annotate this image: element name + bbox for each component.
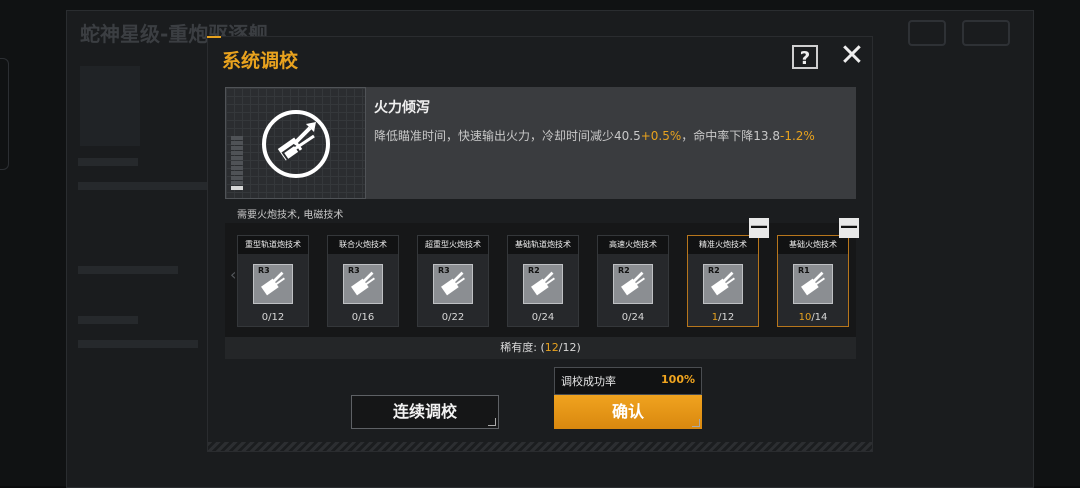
confirm-button[interactable]: 确认 [554, 395, 702, 429]
skill-desc-text: ，命中率下降13.8 [681, 129, 781, 143]
tech-rank: R3 [258, 266, 270, 275]
cannon-tech-icon: R2 [523, 264, 563, 304]
background-text-line [78, 158, 138, 166]
tech-count-total: 0/22 [441, 312, 465, 323]
success-rate-label: 调校成功率 [561, 375, 616, 388]
skill-name: 火力倾泻 [374, 100, 430, 116]
cannon-tech-icon: R3 [343, 264, 383, 304]
tech-card[interactable]: 超重型火炮技术 R3 0/22 [417, 235, 489, 327]
tech-count-total: 0/12 [261, 312, 285, 323]
tech-rank: R2 [528, 266, 540, 275]
cannon-tech-icon: R2 [703, 264, 743, 304]
tech-count: 0/12 [238, 312, 308, 323]
skill-bonus-accuracy: -1.2% [780, 129, 815, 143]
level-segment [231, 171, 243, 175]
cannon-tech-icon: R3 [253, 264, 293, 304]
tech-name: 基础轨道炮技术 [508, 236, 578, 254]
tech-count: 0/24 [598, 312, 668, 323]
tech-count-used: 10 [798, 312, 812, 323]
tech-count-total: 0/24 [531, 312, 555, 323]
tech-rank: R1 [798, 266, 810, 275]
rarity-bar: 稀有度: (12/12) [225, 337, 856, 359]
level-segment [231, 136, 243, 140]
background-icon [908, 20, 946, 46]
tech-name: 基础火炮技术 [778, 236, 848, 254]
level-segment [231, 141, 243, 145]
tech-count-total: /14 [811, 312, 828, 323]
tech-count: 10/14 [778, 312, 848, 323]
rarity-prefix: 稀有度: ( [500, 341, 545, 354]
background-ship-image [80, 66, 140, 146]
tech-rank: R3 [348, 266, 360, 275]
fire-burst-icon [262, 110, 330, 178]
tech-card[interactable]: 精准火炮技术 R2 1/12 [687, 235, 759, 327]
background-icon [962, 20, 1010, 46]
level-segment [231, 166, 243, 170]
dialog-title: 系统调校 [222, 50, 299, 72]
tech-name: 联合火炮技术 [328, 236, 398, 254]
success-rate-value: 100% [661, 373, 695, 386]
tech-card[interactable]: 重型轨道炮技术 R3 0/12 [237, 235, 309, 327]
scroll-left-icon[interactable]: ‹ [230, 265, 236, 284]
tech-count-total: 0/16 [351, 312, 375, 323]
level-segment [231, 156, 243, 160]
side-tab [0, 58, 9, 170]
cannon-tech-icon: R1 [793, 264, 833, 304]
tech-count-total: /12 [718, 312, 735, 323]
level-segment [231, 151, 243, 155]
background-text-line [78, 316, 138, 324]
tech-name: 高速火炮技术 [598, 236, 668, 254]
skill-image [225, 87, 366, 199]
close-button[interactable]: ✕ [837, 41, 867, 71]
skill-desc-text: 降低瞄准时间，快速输出火力，冷却时间减少40.5 [374, 129, 641, 143]
tech-name: 超重型火炮技术 [418, 236, 488, 254]
level-segment [231, 176, 243, 180]
skill-bonus-cooldown: +0.5% [640, 129, 682, 143]
skill-level-meter [231, 136, 243, 190]
tech-rank: R3 [438, 266, 450, 275]
success-rate-box: 调校成功率 100% [554, 367, 702, 395]
tech-count-total: 0/24 [621, 312, 645, 323]
tech-count: 0/24 [508, 312, 578, 323]
level-segment [231, 161, 243, 165]
cannon-tech-icon: R2 [613, 264, 653, 304]
requirement-text: 需要火炮技术, 电磁技术 [237, 210, 344, 221]
level-segment [231, 181, 243, 185]
rarity-value: 12 [544, 341, 559, 354]
remove-tech-button[interactable]: — [839, 218, 859, 238]
tech-count: 0/16 [328, 312, 398, 323]
tech-rank: R2 [618, 266, 630, 275]
continuous-tuning-button[interactable]: 连续调校 [351, 395, 499, 429]
tech-name: 重型轨道炮技术 [238, 236, 308, 254]
skill-card: 火力倾泻 降低瞄准时间，快速输出火力，冷却时间减少40.5+0.5%，命中率下降… [225, 87, 856, 199]
skill-description: 降低瞄准时间，快速输出火力，冷却时间减少40.5+0.5%，命中率下降13.8-… [374, 127, 815, 144]
tech-card[interactable]: 基础轨道炮技术 R2 0/24 [507, 235, 579, 327]
background-text-line [78, 182, 208, 190]
tech-card[interactable]: 高速火炮技术 R2 0/24 [597, 235, 669, 327]
cannon-tech-icon: R3 [433, 264, 473, 304]
tech-card[interactable]: 基础火炮技术 R1 10/14 [777, 235, 849, 327]
tech-rank: R2 [708, 266, 720, 275]
level-segment [231, 186, 243, 190]
remove-tech-button[interactable]: — [749, 218, 769, 238]
tech-name: 精准火炮技术 [688, 236, 758, 254]
tech-card[interactable]: 联合火炮技术 R3 0/16 [327, 235, 399, 327]
system-tuning-dialog: 系统调校 ? ✕ 火力倾泻 降低瞄准时间，快速输出火力，冷却时间减少40.5+0… [207, 36, 873, 452]
dialog-footer-stripe [208, 442, 872, 451]
background-text-line [78, 340, 198, 348]
background-text-line [78, 266, 178, 274]
tech-count: 1/12 [688, 312, 758, 323]
tech-count: 0/22 [418, 312, 488, 323]
rarity-suffix: /12) [558, 341, 581, 354]
help-button[interactable]: ? [792, 45, 818, 69]
level-segment [231, 146, 243, 150]
